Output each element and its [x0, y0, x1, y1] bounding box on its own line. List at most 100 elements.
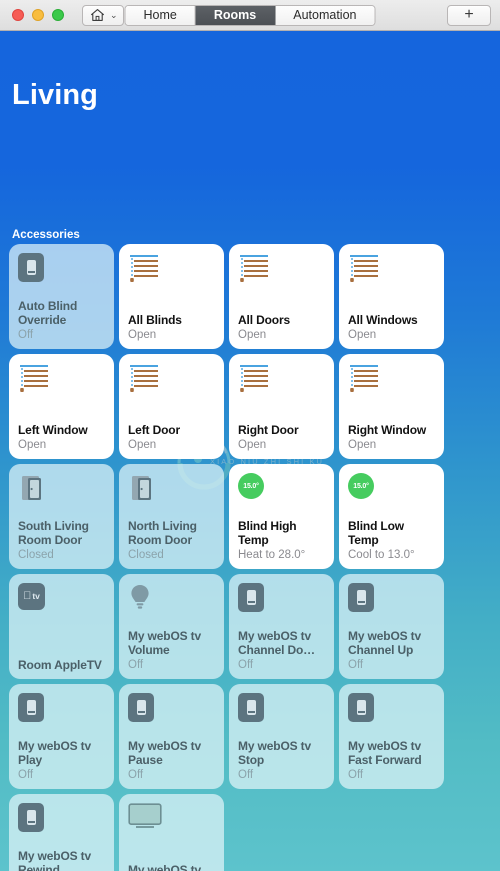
accessory-tile[interactable]: Auto Blind Override Off: [9, 244, 114, 349]
accessory-tile[interactable]: All Doors Open: [229, 244, 334, 349]
accessory-text: Auto Blind Override Off: [18, 299, 106, 342]
appletv-icon: tv: [18, 583, 45, 610]
accessory-tile[interactable]: Right Door Open: [229, 354, 334, 459]
window-controls: [8, 9, 64, 21]
blinds-icon: [238, 253, 326, 283]
accessory-text: Blind High Temp Heat to 28.0°: [238, 519, 326, 562]
accessory-name: Right Door: [238, 422, 299, 437]
tv-icon: [128, 803, 216, 829]
minimize-window-button[interactable]: [32, 9, 44, 21]
tab-rooms[interactable]: Rooms: [195, 5, 276, 25]
accessories-grid: Auto Blind Override Off All Blinds Open All …: [9, 244, 449, 871]
accessory-state: Off: [348, 769, 364, 781]
accessory-tile[interactable]: My webOS tvOff: [119, 794, 224, 871]
accessory-text: South Living Room Door Closed: [18, 519, 106, 562]
accessory-state: Off: [238, 769, 254, 781]
accessory-text: All Blinds Open: [128, 312, 216, 343]
accessory-tile[interactable]: tv Room AppleTV: [9, 574, 114, 679]
accessory-tile[interactable]: My webOS tv Channel Do… Off: [229, 574, 334, 679]
accessory-tile[interactable]: 15.0° Blind High Temp Heat to 28.0°: [229, 464, 334, 569]
accessory-tile[interactable]: All Blinds Open: [119, 244, 224, 349]
switch-icon: [348, 693, 374, 722]
accessory-name: My webOS tv Pause: [128, 739, 202, 767]
switch-icon: [18, 693, 44, 722]
accessory-icon-wrap: [348, 693, 436, 729]
tab-home[interactable]: Home: [125, 5, 196, 25]
accessory-tile[interactable]: My webOS tv Volume Off: [119, 574, 224, 679]
accessory-state: Open: [238, 439, 267, 451]
accessory-state: Open: [128, 439, 157, 451]
accessory-name: Right Window: [348, 422, 427, 437]
temperature-badge: 15.0°: [348, 473, 374, 499]
accessory-state: Open: [238, 329, 267, 341]
app-window: ⌄ Home Rooms Automation + Living Accesso…: [0, 0, 500, 871]
accessory-text: My webOS tv Fast Forward Off: [348, 739, 436, 782]
bulb-icon: [128, 583, 216, 613]
zoom-window-button[interactable]: [52, 9, 64, 21]
blinds-icon: [238, 363, 326, 393]
accessory-state: Off: [18, 769, 34, 781]
blinds-icon: [128, 253, 216, 283]
accessory-text: Right Window Open: [348, 422, 436, 453]
tab-automation[interactable]: Automation: [275, 5, 375, 25]
accessory-icon-wrap: [18, 363, 106, 399]
accessory-text: Left Window Open: [18, 423, 106, 453]
accessory-name: North Living Room Door: [128, 519, 197, 547]
accessory-state: Closed: [18, 549, 54, 561]
accessory-icon-wrap: [18, 693, 106, 729]
accessory-tile[interactable]: My webOS tv Pause Off: [119, 684, 224, 789]
accessory-icon-wrap: [18, 253, 106, 289]
page-title: Living: [12, 79, 98, 111]
accessory-tile[interactable]: My webOS tv Stop Off: [229, 684, 334, 789]
blinds-icon: [348, 363, 436, 393]
accessory-icon-wrap: 15.0°: [238, 473, 326, 509]
accessory-state: Heat to 28.0°: [238, 549, 306, 561]
switch-icon: [348, 583, 374, 612]
accessory-state: Off: [128, 659, 144, 671]
accessory-icon-wrap: [238, 583, 326, 619]
accessory-text: My webOS tv Stop Off: [238, 739, 326, 782]
accessory-tile[interactable]: My webOS tv Fast Forward Off: [339, 684, 444, 789]
accessory-text: Blind Low Temp Cool to 13.0°: [348, 519, 436, 562]
accessory-name: My webOS tv Stop: [238, 739, 312, 767]
door-icon: [128, 473, 216, 503]
home-icon: [90, 8, 105, 22]
accessory-icon-wrap: [348, 583, 436, 619]
accessory-text: Left Door Open: [128, 423, 216, 453]
accessory-icon-wrap: [128, 363, 216, 399]
switch-icon: [128, 693, 154, 722]
accessory-tile[interactable]: Right Window Open: [339, 354, 444, 459]
accessory-tile[interactable]: 15.0° Blind Low Temp Cool to 13.0°: [339, 464, 444, 569]
close-window-button[interactable]: [12, 9, 24, 21]
accessory-tile[interactable]: Left Door Open: [119, 354, 224, 459]
accessory-icon-wrap: [18, 803, 106, 839]
blinds-icon: [128, 363, 216, 393]
accessory-name: My webOS tv Channel Up: [348, 629, 422, 657]
accessory-icon-wrap: [348, 253, 436, 289]
add-button[interactable]: +: [447, 4, 491, 26]
view-tabs: Home Rooms Automation: [124, 4, 376, 26]
home-menu-button[interactable]: ⌄: [82, 4, 124, 26]
accessories-section-label: Accessories: [12, 229, 80, 241]
accessory-tile[interactable]: South Living Room Door Closed: [9, 464, 114, 569]
room-view: Living Accessories 小牛知识库 XIAO NIU ZHI SH…: [0, 31, 500, 871]
accessory-icon-wrap: tv: [18, 583, 106, 619]
accessory-tile[interactable]: My webOS tv Channel Up Off: [339, 574, 444, 679]
accessory-tile[interactable]: All Windows Open: [339, 244, 444, 349]
accessory-text: My webOS tv Channel Up Off: [348, 629, 436, 672]
accessory-state: Off: [18, 329, 34, 341]
accessory-name: All Blinds: [128, 312, 182, 327]
accessory-tile[interactable]: My webOS tv RewindOff: [9, 794, 114, 871]
accessory-state: Off: [238, 659, 254, 671]
accessory-name: South Living Room Door: [18, 519, 89, 547]
accessory-tile[interactable]: Left Window Open: [9, 354, 114, 459]
accessory-state: Open: [348, 439, 377, 451]
accessory-icon-wrap: [128, 693, 216, 729]
accessory-tile[interactable]: North Living Room Door Closed: [119, 464, 224, 569]
accessory-icon-wrap: [128, 473, 216, 509]
door-icon: [18, 473, 106, 503]
accessory-tile[interactable]: My webOS tv Play Off: [9, 684, 114, 789]
accessory-name: My webOS tv: [128, 862, 202, 871]
accessory-text: Room AppleTV: [18, 658, 106, 673]
accessory-state: Open: [348, 329, 377, 341]
